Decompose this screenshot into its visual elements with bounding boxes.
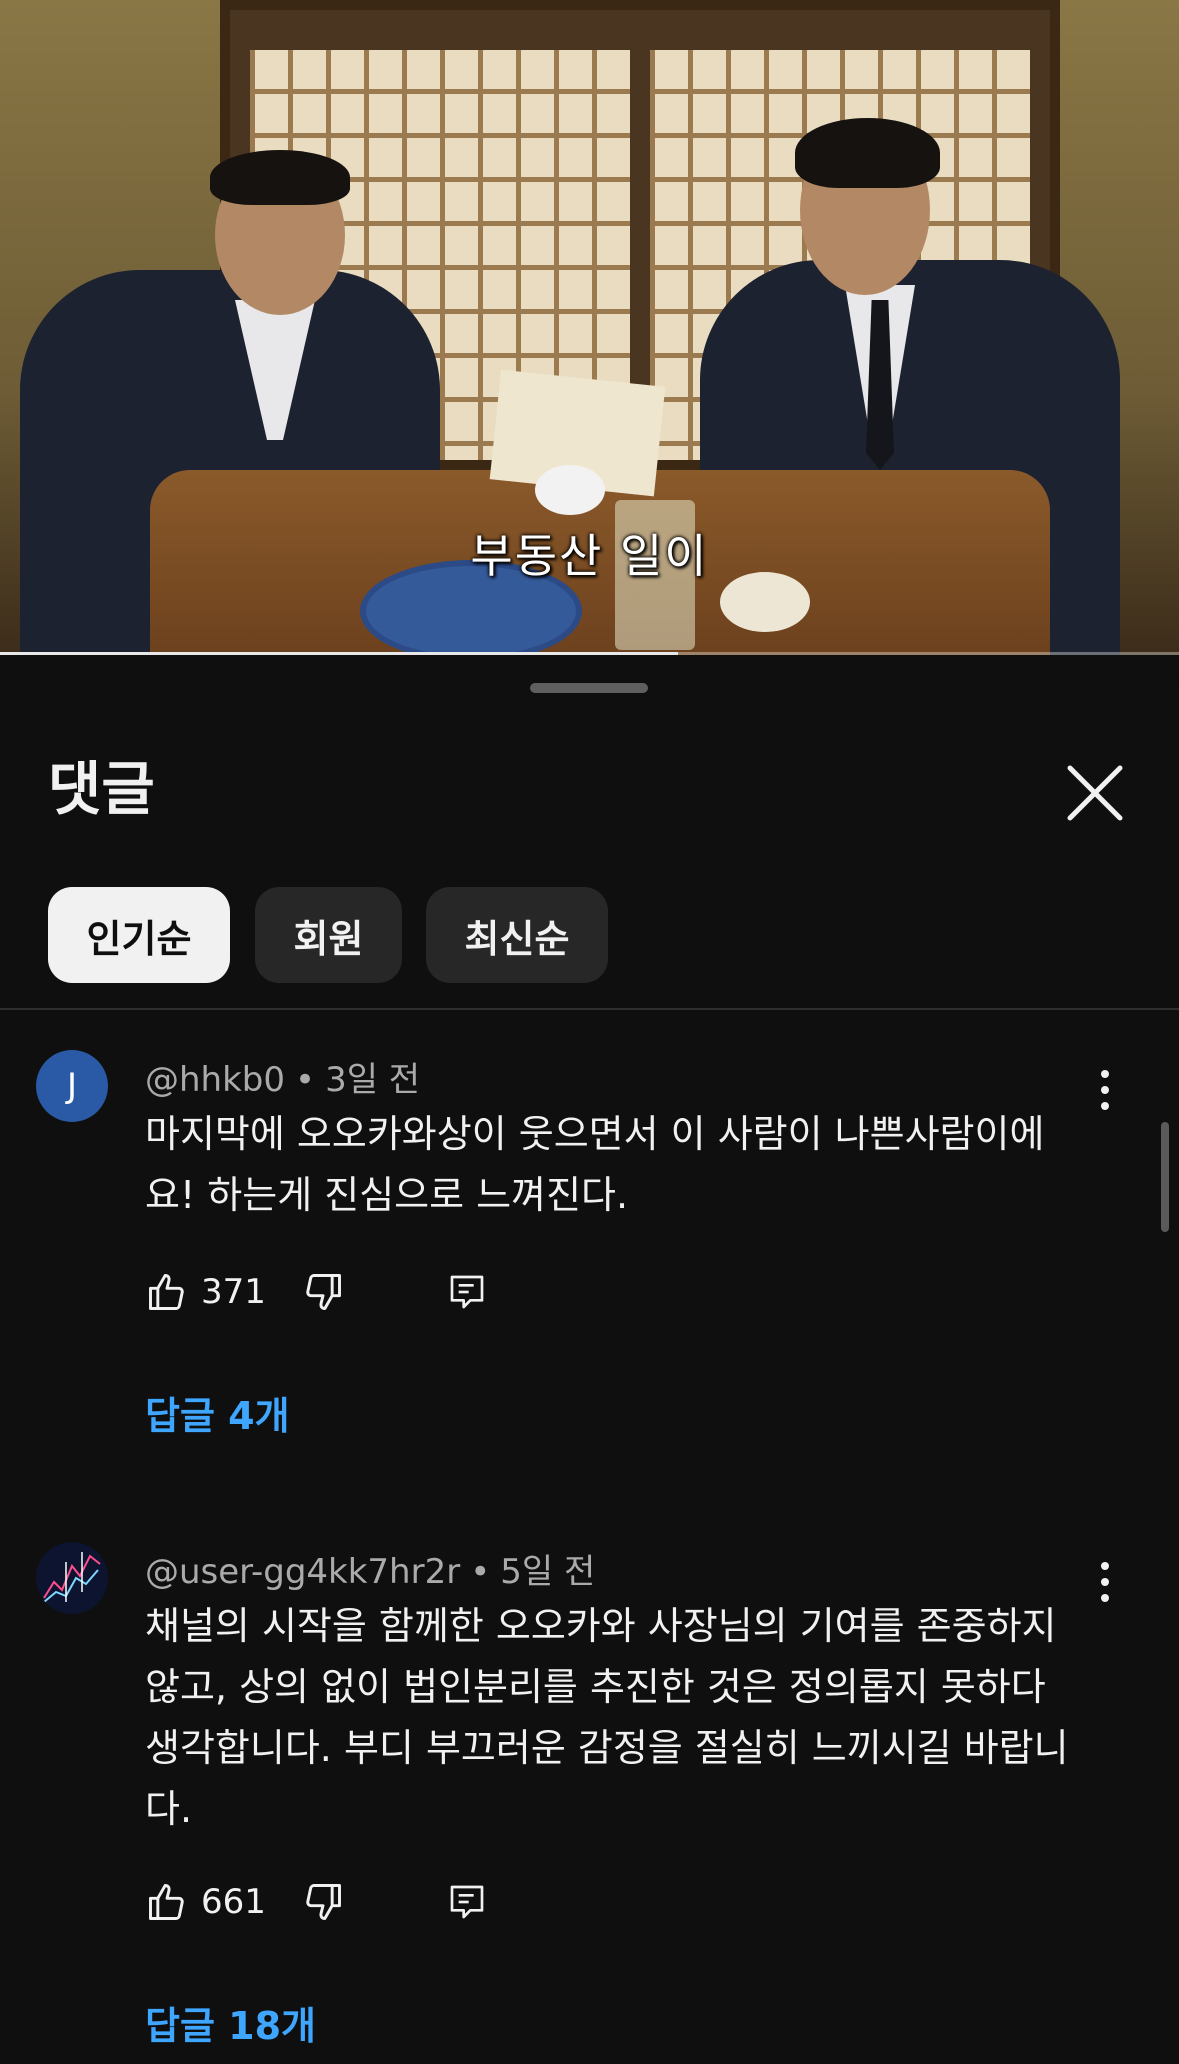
chart-avatar-icon	[43, 1552, 101, 1603]
view-replies-link[interactable]: 답글 18개	[145, 1995, 316, 2050]
reply-icon	[450, 1275, 484, 1309]
dislike-button[interactable]	[301, 1880, 345, 1924]
video-hair	[210, 150, 350, 205]
comment-more-button[interactable]	[1090, 1060, 1120, 1120]
dislike-button[interactable]	[301, 1270, 345, 1314]
video-player[interactable]: 부동산 일이	[0, 0, 1179, 655]
comment-actions: 371	[145, 1262, 489, 1322]
comment-meta: @user-gg4kk7hr2r • 5일 전	[145, 1544, 595, 1593]
thumbs-down-icon	[306, 1274, 341, 1310]
comment-time: 3일 전	[325, 1060, 421, 1100]
filter-chip-newest[interactable]: 최신순	[426, 887, 608, 983]
close-button[interactable]	[1060, 758, 1130, 828]
comment-actions: 661	[145, 1872, 489, 1932]
reply-icon	[450, 1885, 484, 1919]
comments-scrollbar[interactable]	[1161, 1122, 1169, 1232]
like-button[interactable]	[145, 1880, 189, 1924]
reply-button[interactable]	[445, 1270, 489, 1314]
more-vert-icon	[1101, 1562, 1109, 1570]
comment-meta: @hhkb0 • 3일 전	[145, 1052, 420, 1101]
avatar[interactable]: J	[36, 1050, 108, 1122]
video-subtitle: 부동산 일이	[470, 529, 709, 583]
comment-text: 채널의 시작을 함께한 오오카와 사장님의 기여를 존중하지 않고, 상의 없이…	[145, 1604, 1069, 1831]
like-count: 371	[201, 1272, 266, 1312]
meta-separator: •	[295, 1060, 316, 1100]
thumbs-up-icon	[149, 1274, 184, 1310]
video-progress-bar[interactable]	[0, 652, 1179, 655]
comments-sheet: 댓글 인기순 회원 최신순 J @hhkb0 • 3일 전 마지막에 오오카와상이 …	[0, 660, 1179, 2064]
comment-author[interactable]: @user-gg4kk7hr2r	[145, 1552, 460, 1592]
sheet-drag-handle[interactable]	[530, 683, 648, 693]
more-vert-icon-dot	[1101, 1102, 1109, 1110]
avatar[interactable]	[36, 1542, 108, 1614]
filter-chip-top[interactable]: 인기순	[48, 887, 230, 983]
reply-button[interactable]	[445, 1880, 489, 1924]
more-vert-icon-dot	[1101, 1578, 1109, 1586]
more-vert-icon-dot	[1101, 1086, 1109, 1094]
meta-separator: •	[470, 1552, 491, 1592]
comment-time: 5일 전	[500, 1552, 596, 1592]
comment-more-button[interactable]	[1090, 1552, 1120, 1612]
video-hair	[795, 118, 940, 188]
filter-chip-members[interactable]: 회원	[255, 887, 402, 983]
more-vert-icon	[1101, 1070, 1109, 1078]
comment-author[interactable]: @hhkb0	[145, 1060, 285, 1100]
view-replies-link[interactable]: 답글 4개	[145, 1385, 290, 1440]
thumbs-down-icon	[306, 1884, 341, 1920]
comments-title: 댓글	[48, 755, 155, 823]
like-count: 661	[201, 1882, 266, 1922]
filter-divider	[0, 1008, 1179, 1010]
video-plate-stack	[535, 465, 605, 515]
video-progress-fill	[0, 652, 678, 655]
more-vert-icon-dot	[1101, 1594, 1109, 1602]
comment-text: 마지막에 오오카와상이 웃으면서 이 사람이 나쁜사람이에요! 하는게 진심으로…	[145, 1112, 1045, 1217]
close-icon	[1067, 765, 1123, 821]
like-button[interactable]	[145, 1270, 189, 1314]
thumbs-up-icon	[149, 1884, 184, 1920]
